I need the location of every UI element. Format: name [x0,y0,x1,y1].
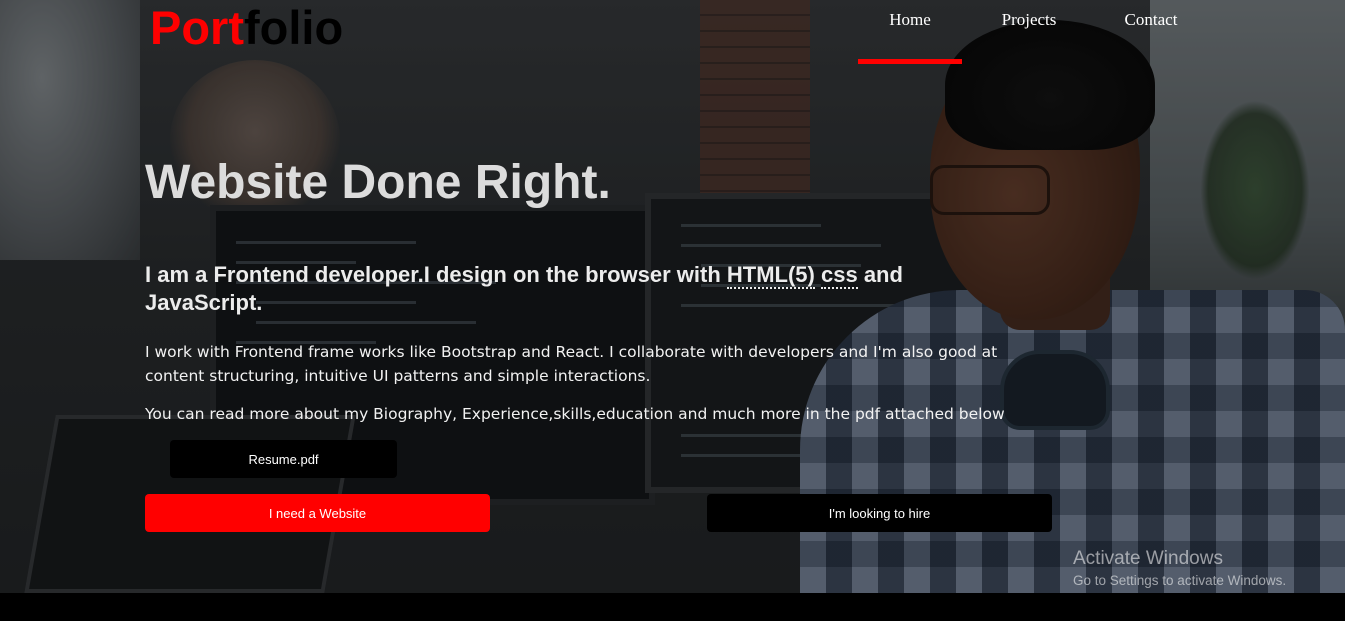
resume-button[interactable]: Resume.pdf [170,440,397,478]
hero-paragraph-frameworks: I work with Frontend frame works like Bo… [145,343,998,385]
need-website-button[interactable]: I need a Website [145,494,490,532]
abbr-html5: HTML(5) [726,262,815,289]
logo-part-red: Port [150,1,244,54]
activate-windows-title: Activate Windows [1073,548,1223,569]
bottom-bar [0,593,1345,621]
hero-headline: Website Done Right. [145,156,611,209]
hero-paragraph-resume: You can read more about my Biography, Ex… [145,405,1005,423]
hero-intro: I am a Frontend developer.I design on th… [145,261,1005,317]
nav-projects[interactable]: Projects [962,8,1096,64]
logo-part-black: folio [244,1,344,54]
abbr-css: css [820,262,858,289]
intro-text-start: I am a Frontend developer.I design on th… [145,262,727,287]
nav-home[interactable]: Home [858,8,962,64]
activate-windows-subtitle: Go to Settings to activate Windows. [1073,573,1287,588]
hire-button[interactable]: I'm looking to hire [707,494,1052,532]
main-nav: Home Projects Contact [858,8,1206,64]
nav-contact[interactable]: Contact [1096,8,1206,64]
site-logo[interactable]: Portfolio [150,2,343,54]
